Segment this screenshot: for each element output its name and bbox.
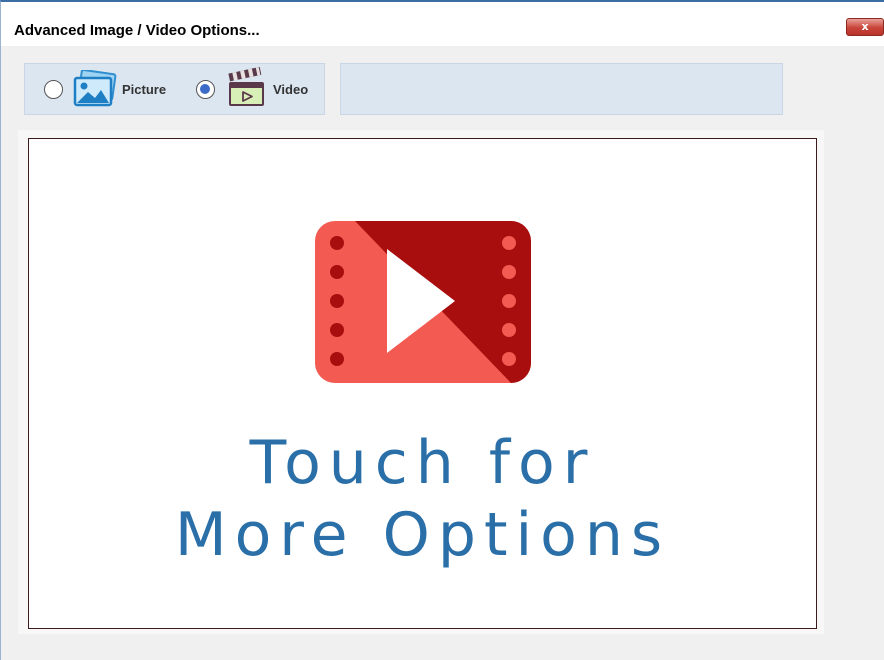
options-panel xyxy=(340,63,783,115)
picture-icon[interactable] xyxy=(72,69,118,113)
video-play-icon[interactable] xyxy=(315,221,531,388)
close-button[interactable]: x xyxy=(846,18,884,36)
video-radio[interactable] xyxy=(196,80,215,99)
media-type-selector: Picture Video xyxy=(24,63,325,115)
touch-for-text: Touch for xyxy=(249,428,596,498)
window-title: Advanced Image / Video Options... xyxy=(14,22,260,39)
more-options-text: More Options xyxy=(174,500,671,570)
video-label[interactable]: Video xyxy=(273,82,308,97)
picture-label[interactable]: Picture xyxy=(122,82,166,97)
picture-radio[interactable] xyxy=(44,80,63,99)
title-bar: Advanced Image / Video Options... x xyxy=(1,2,884,46)
video-preview-area[interactable]: Touch for More Options xyxy=(28,138,817,629)
advanced-options-window: Advanced Image / Video Options... x Pict… xyxy=(0,0,884,660)
clapperboard-icon[interactable] xyxy=(226,66,268,114)
